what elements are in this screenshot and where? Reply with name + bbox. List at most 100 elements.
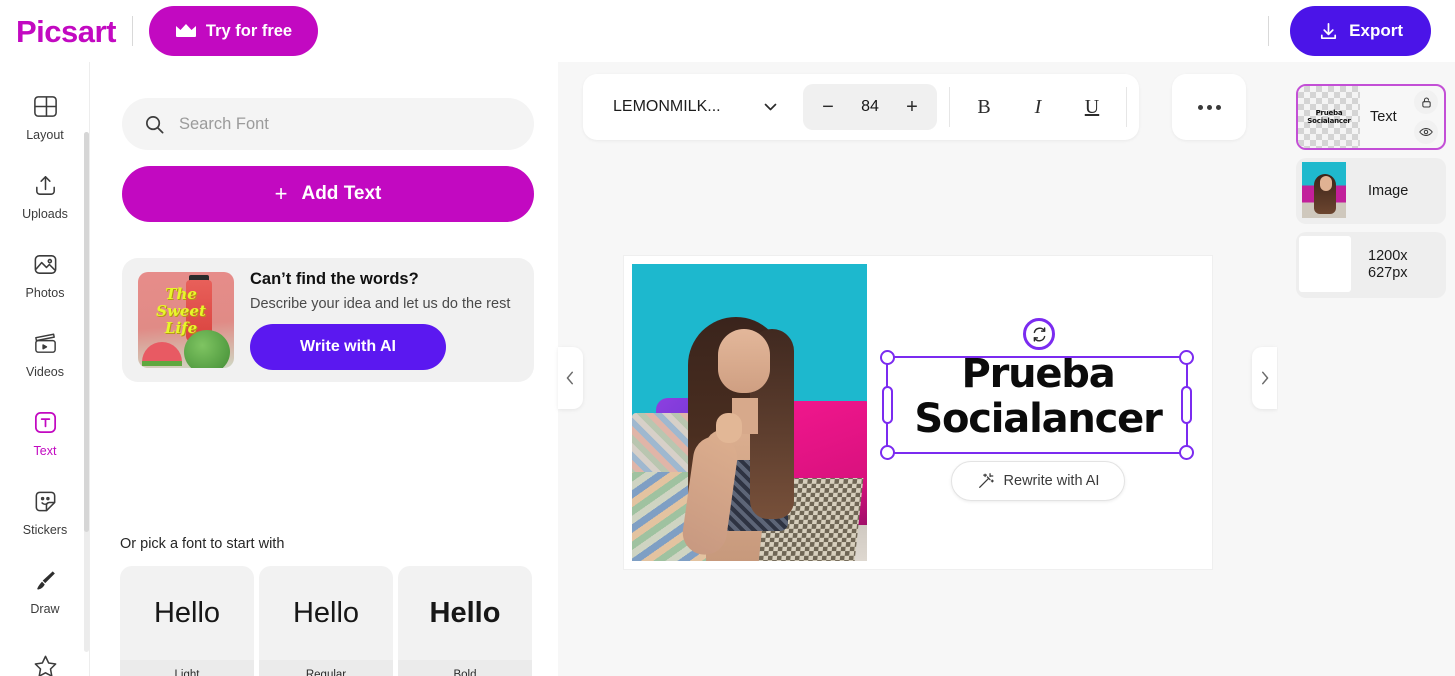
ai-card-body: Can’t find the words? Describe your idea… [250,270,518,370]
sidebar-item-text-label: Text [33,444,57,458]
export-label: Export [1349,21,1403,40]
try-for-free-label: Try for free [205,21,293,40]
layer-item-image[interactable]: Image [1296,158,1446,224]
sidebar-item-stickers[interactable]: Stickers [0,471,90,550]
sticker-icon [28,484,62,518]
layer-name-image: Image [1368,182,1409,199]
font-card-bold[interactable]: Hello Bold [398,566,532,676]
font-size-stepper: − 84 + [803,84,937,130]
font-family-value: LEMONMILK... [613,98,721,115]
sidebar-item-layout-label: Layout [26,128,64,142]
resize-handle-right[interactable] [1181,386,1192,424]
layer-actions [1414,86,1438,148]
chevron-down-icon [764,103,777,111]
top-bar: Picsart Try for free Export [0,0,1455,62]
sidebar-item-photos-label: Photos [25,286,65,300]
resize-handle-top-left[interactable] [880,350,895,365]
rotate-handle[interactable] [1023,318,1055,350]
write-with-ai-button[interactable]: Write with AI [250,324,446,370]
sidebar-item-uploads[interactable]: Uploads [0,155,90,234]
layer-thumb-photo [1302,162,1346,218]
add-text-button[interactable]: + Add Text [122,166,534,222]
picsart-editor: Picsart Try for free Export Layout Uploa… [0,0,1455,676]
sidebar-separator [89,62,90,676]
layer-item-background[interactable]: 1200x 627px [1296,232,1446,298]
write-with-ai-card: The Sweet Life Can’t find the words? Des… [122,258,534,382]
ai-card-title: Can’t find the words? [250,270,419,288]
unlock-icon[interactable] [1414,90,1438,114]
export-button[interactable]: Export [1290,6,1431,56]
toolbar-divider [1126,87,1127,127]
layer-item-text[interactable]: Prueba Socialancer Text [1296,84,1446,150]
underline-button[interactable]: U [1070,85,1114,129]
sidebar-item-effects[interactable] [0,629,90,676]
layer-thumbnail-background [1296,232,1358,298]
ai-card-thumbnail: The Sweet Life [138,272,234,368]
search-input[interactable] [179,114,509,134]
text-selection-box[interactable] [880,350,1194,460]
rewrite-with-ai-button[interactable]: Rewrite with AI [951,461,1125,501]
sidebar-item-draw-label: Draw [30,602,60,616]
photo-icon [28,247,62,281]
more-options-button[interactable] [1172,74,1246,140]
font-card-label: Light [120,660,254,676]
picsart-logo[interactable]: Picsart [16,16,116,47]
text-panel: + Add Text The Sweet Life Can’t find the… [98,70,558,676]
eye-icon[interactable] [1414,120,1438,144]
layout-icon [28,89,62,123]
sidebar-item-layout[interactable]: Layout [0,76,90,155]
font-card-light[interactable]: Hello Light [120,566,254,676]
sidebar-item-stickers-label: Stickers [22,523,68,537]
font-grid: Hello Light Hello Regular Hello Bold [120,566,540,676]
photo-face [718,329,770,394]
layer-thumb-line-1: Prueba [1315,109,1343,117]
layers-panel: Prueba Socialancer Text Image 1200x 627p… [1278,62,1455,676]
collapse-left-panel-button[interactable] [558,347,583,409]
crown-icon [175,23,197,39]
sidebar-item-text[interactable]: Text [0,392,90,471]
font-size-decrease-button[interactable]: − [811,90,845,124]
collapse-right-panel-button[interactable] [1252,347,1277,409]
font-size-value[interactable]: 84 [849,98,891,116]
photo-hand [716,412,742,443]
font-card-label: Regular [259,660,393,676]
ai-thumb-text: The Sweet Life [156,285,206,337]
font-card-regular[interactable]: Hello Regular [259,566,393,676]
sidebar-item-photos[interactable]: Photos [0,234,90,313]
rewrite-with-ai-label: Rewrite with AI [1003,473,1100,489]
resize-handle-top-right[interactable] [1179,350,1194,365]
search-font-box[interactable] [122,98,534,150]
font-family-select[interactable]: LEMONMILK... [593,84,793,130]
sidebar-item-uploads-label: Uploads [22,207,68,221]
thumb-face [1320,176,1332,191]
pick-font-label: Or pick a font to start with [120,536,285,552]
resize-handle-left[interactable] [882,386,893,424]
font-preview: Hello [153,596,221,629]
italic-button[interactable]: I [1016,85,1060,129]
layer-thumb-text-content: Prueba Socialancer [1298,86,1360,148]
more-options-icon [1197,104,1203,110]
canvas-photo-layer[interactable] [632,264,867,561]
toolbar-divider [131,16,133,46]
sidebar-item-videos[interactable]: Videos [0,313,90,392]
layer-thumbnail-text: Prueba Socialancer [1298,86,1360,148]
resize-handle-bottom-right[interactable] [1179,445,1194,460]
font-size-increase-button[interactable]: + [895,90,929,124]
export-divider [1268,16,1270,46]
bold-button[interactable]: B [962,85,1006,129]
sidebar-item-videos-label: Videos [26,365,64,379]
layer-thumb-line-2: Socialancer [1307,117,1351,125]
layer-name-background: 1200x 627px [1368,248,1408,281]
video-icon [28,326,62,360]
chevron-right-icon [1260,371,1269,385]
add-text-label: Add Text [301,183,382,204]
more-options-icon [1206,104,1212,110]
resize-handle-bottom-left[interactable] [880,445,895,460]
left-sidebar: Layout Uploads Photos Videos Text Sticke… [0,62,90,676]
thumb-blank [1299,236,1351,292]
try-for-free-button[interactable]: Try for free [148,6,319,56]
sidebar-item-draw[interactable]: Draw [0,550,90,629]
brush-icon [28,563,62,597]
font-preview: Hello [292,596,360,629]
upload-icon [28,168,62,202]
